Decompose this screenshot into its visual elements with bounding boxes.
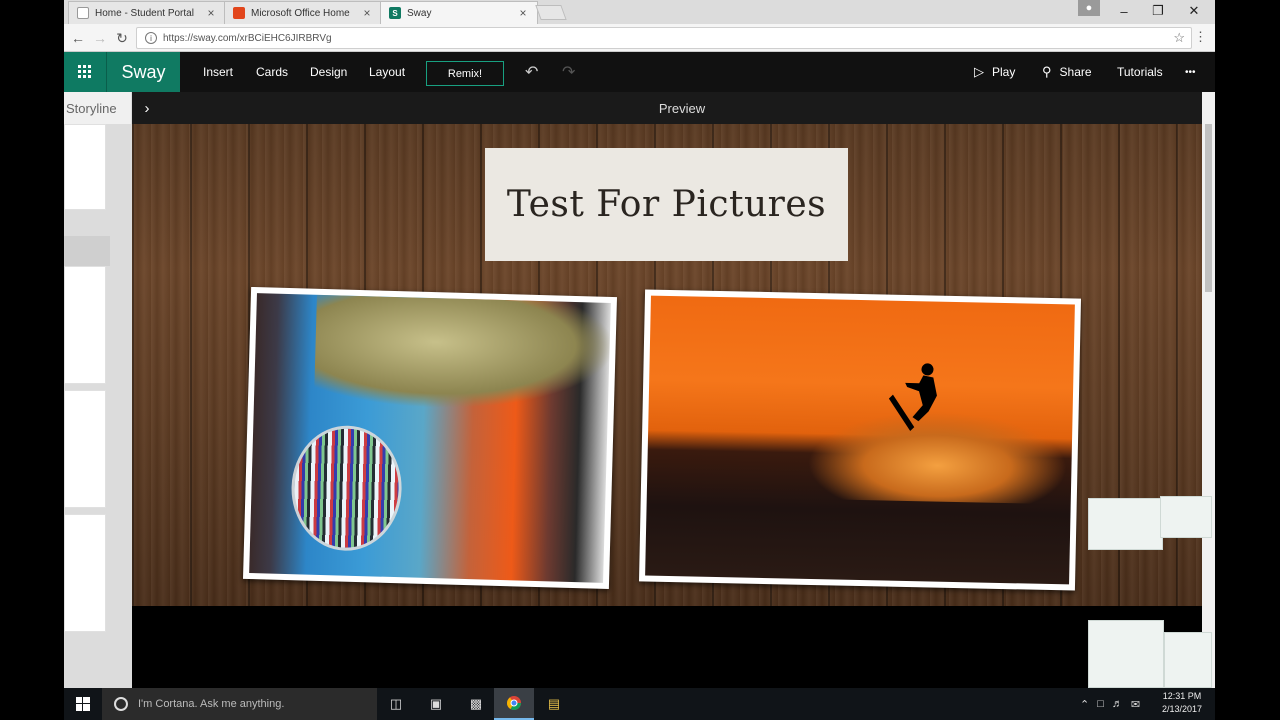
share-icon: ⚲	[1042, 64, 1052, 79]
browser-window: Home - Student Portal × Microsoft Office…	[64, 0, 1215, 688]
storyline-tab[interactable]: Storyline	[64, 92, 132, 124]
menu-insert[interactable]: Insert	[203, 52, 233, 92]
back-icon[interactable]: ←	[68, 28, 88, 48]
chevron-up-icon[interactable]: ⌃	[1080, 698, 1089, 711]
file-explorer-icon[interactable]: ▤	[534, 688, 574, 720]
overlay-tile	[1088, 620, 1164, 688]
forward-icon[interactable]: →	[90, 28, 110, 48]
screen: Home - Student Portal × Microsoft Office…	[0, 0, 1280, 720]
image-water-drop	[249, 293, 611, 583]
restore-button[interactable]: ❐	[1140, 0, 1176, 22]
app-icon[interactable]: ▣	[416, 688, 456, 720]
surfer-silhouette	[888, 363, 937, 432]
storyline-card[interactable]	[64, 124, 106, 210]
chevron-right-icon[interactable]: ›	[132, 92, 162, 124]
play-label: Play	[992, 65, 1016, 79]
minimize-button[interactable]: –	[1106, 0, 1142, 22]
chrome-icon[interactable]	[494, 688, 534, 720]
menu-layout[interactable]: Layout	[369, 52, 405, 92]
network-icon[interactable]: □	[1097, 698, 1104, 710]
scrollbar-thumb[interactable]	[1205, 124, 1212, 292]
cortana-search[interactable]: I'm Cortana. Ask me anything.	[102, 688, 377, 720]
page-icon	[77, 7, 89, 19]
app-icon[interactable]: ▩	[456, 688, 496, 720]
tab-title: Home - Student Portal	[95, 7, 194, 19]
preview-bottom	[132, 606, 1202, 688]
tab-office-home[interactable]: Microsoft Office Home ×	[224, 1, 382, 24]
info-icon[interactable]: i	[145, 32, 157, 44]
menu-cards[interactable]: Cards	[256, 52, 288, 92]
overlay-tile	[1164, 632, 1212, 688]
sway-brand[interactable]: Sway	[106, 52, 180, 92]
title-card[interactable]: Test For Pictures	[485, 148, 848, 261]
sway-title: Test For Pictures	[506, 184, 827, 225]
storyline-section-header	[64, 236, 110, 266]
tab-close-button[interactable]: ×	[205, 6, 217, 20]
storyline-card[interactable]	[64, 514, 106, 632]
cortana-icon	[114, 697, 128, 711]
preview-label: Preview	[658, 100, 706, 116]
tab-title: Microsoft Office Home	[251, 7, 350, 19]
storyline-card[interactable]	[64, 390, 106, 508]
bookmark-star-icon[interactable]: ☆	[1173, 30, 1185, 46]
undo-icon[interactable]: ↶	[525, 52, 538, 92]
windows-start-icon[interactable]	[64, 688, 102, 720]
sway-toolbar: Sway Insert Cards Design Layout Remix! ↶…	[64, 52, 1215, 92]
notification-icon[interactable]: ✉	[1131, 698, 1140, 711]
photo-water-drop[interactable]	[242, 286, 618, 590]
tab-strip: Home - Student Portal × Microsoft Office…	[64, 0, 1215, 24]
tab-title: Sway	[407, 7, 432, 19]
overlay-tile	[1088, 498, 1163, 550]
image-surfer	[645, 295, 1075, 585]
office-icon	[233, 7, 245, 19]
redo-icon[interactable]: ↷	[562, 52, 575, 92]
tab-close-button[interactable]: ×	[517, 6, 529, 20]
browser-menu-icon[interactable]: ⋮	[1194, 29, 1207, 45]
clock-date: 2/13/2017	[1161, 704, 1203, 714]
share-label: Share	[1059, 65, 1092, 79]
overlay-tile	[1160, 496, 1212, 538]
volume-icon[interactable]: ♬	[1112, 698, 1123, 710]
remix-button[interactable]: Remix!	[426, 61, 504, 86]
tab-close-button[interactable]: ×	[361, 6, 373, 20]
url-text: https://sway.com/xrBCiEHC6JIRBRVg	[163, 32, 332, 44]
drop-shape	[289, 424, 404, 553]
tab-sway[interactable]: S Sway ×	[380, 1, 538, 24]
tab-student-portal[interactable]: Home - Student Portal ×	[68, 1, 226, 24]
storyline-card[interactable]	[64, 266, 106, 384]
clock-time: 12:31 PM	[1162, 691, 1202, 701]
preview-header: Preview	[162, 92, 1202, 124]
leaf-shape	[313, 294, 611, 414]
photo-surfer[interactable]	[638, 289, 1082, 591]
url-input[interactable]: i https://sway.com/xrBCiEHC6JIRBRVg ☆	[136, 27, 1192, 49]
preview-stage: ●●● Test For Pictures	[132, 124, 1202, 606]
play-icon: ▷	[974, 64, 984, 79]
clock[interactable]: 12:31 PM 2/13/2017	[1152, 690, 1212, 716]
system-tray: ⌃ □ ♬ ✉	[1080, 688, 1160, 720]
play-button[interactable]: ▷ Play	[974, 52, 1015, 92]
taskbar: I'm Cortana. Ask me anything. ◫ ▣ ▩ ▤ ⌃ …	[64, 688, 1215, 720]
menu-design[interactable]: Design	[310, 52, 347, 92]
storyline-pane	[64, 124, 132, 688]
close-window-button[interactable]: ✕	[1176, 0, 1212, 22]
sway-icon: S	[389, 7, 401, 19]
app-launcher-icon[interactable]	[64, 52, 106, 92]
new-tab-button[interactable]	[535, 5, 567, 20]
tutorials-button[interactable]: Tutorials	[1117, 52, 1163, 92]
share-button[interactable]: ⚲ Share	[1042, 52, 1092, 92]
more-options-icon[interactable]: •••	[1185, 52, 1196, 92]
profile-icon[interactable]: ●	[1078, 0, 1100, 16]
cortana-placeholder: I'm Cortana. Ask me anything.	[138, 698, 285, 710]
reload-icon[interactable]: ↻	[112, 28, 132, 48]
address-bar: ← → ↻ i https://sway.com/xrBCiEHC6JIRBRV…	[64, 24, 1215, 52]
task-view-icon[interactable]: ◫	[376, 688, 416, 720]
